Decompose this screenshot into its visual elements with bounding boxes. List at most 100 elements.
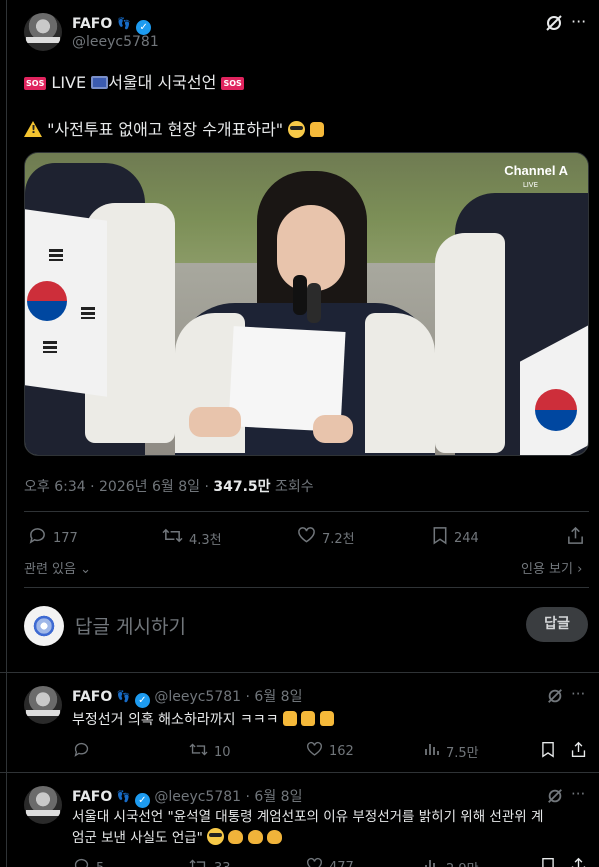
- share-icon: [566, 526, 585, 550]
- flag-trigram-icon: [81, 307, 95, 319]
- like-button[interactable]: 7.2천: [297, 526, 355, 549]
- divider: [0, 772, 599, 773]
- footprints-emoji-icon: 👣: [117, 17, 132, 30]
- bookmark-button[interactable]: 244: [432, 526, 479, 550]
- quote-view-label: 인용 보기: [521, 562, 573, 577]
- divider: [0, 672, 599, 673]
- analytics-icon: [424, 741, 440, 762]
- taeguk-symbol-left: [27, 281, 67, 321]
- views-label: 조회수: [274, 479, 314, 495]
- grok-icon[interactable]: [544, 13, 564, 33]
- reply-text-body: 부정선거 의혹 해소하라까지 ㅋㅋㅋ: [72, 712, 279, 728]
- reply-text-line2: 엄군 보낸 사실도 언급": [72, 830, 203, 846]
- clapping-hands-emoji-icon: [247, 830, 263, 844]
- reply-avatar[interactable]: [24, 786, 62, 824]
- channel-a-logo: Channel A: [504, 163, 568, 178]
- like-button[interactable]: 477: [306, 857, 354, 867]
- sos-emoji-icon: SOS: [24, 77, 47, 90]
- views-count: 7.5만: [446, 746, 479, 761]
- bookmark-button[interactable]: [541, 741, 555, 763]
- reply-text: 부정선거 의혹 해소하라까지 ㅋㅋㅋ: [72, 709, 334, 729]
- reply-input[interactable]: 답글 게시하기: [75, 612, 186, 639]
- heart-icon: [297, 526, 316, 549]
- repost-button[interactable]: 10: [189, 741, 231, 763]
- reply-count: 177: [53, 530, 78, 546]
- more-options-icon[interactable]: ···: [571, 785, 585, 803]
- current-user-avatar[interactable]: [24, 606, 64, 646]
- view-quotes-link[interactable]: 인용 보기 ›: [521, 558, 582, 577]
- reply-handle[interactable]: @leeyc5781: [154, 789, 241, 805]
- share-button[interactable]: [570, 741, 587, 763]
- clapping-hands-emoji-icon: [267, 830, 283, 844]
- reply-button[interactable]: 177: [28, 526, 78, 550]
- verified-badge-icon: ✓: [134, 693, 150, 708]
- reply-text-line2-row: 엄군 보낸 사실도 언급": [72, 828, 592, 849]
- reply-button[interactable]: [73, 741, 90, 763]
- like-button[interactable]: 162: [306, 741, 354, 762]
- reply-handle[interactable]: @leeyc5781: [154, 689, 241, 705]
- chevron-right-icon: ›: [577, 562, 583, 577]
- post-quote-text: "사전투표 없애고 현장 수개표하라": [47, 120, 284, 139]
- sos-emoji-icon-right: SOS: [221, 77, 244, 90]
- bookmark-icon: [432, 526, 448, 550]
- reply-author-name[interactable]: FAFO: [72, 689, 112, 705]
- reply-icon: [28, 526, 47, 550]
- live-text: LIVE: [51, 73, 87, 92]
- bookmark-button[interactable]: [541, 857, 555, 867]
- reply-date[interactable]: 6월 8일: [254, 789, 302, 805]
- thumbs-up-emoji-icon: [283, 711, 298, 726]
- author-avatar[interactable]: [24, 13, 62, 51]
- reply-text-line1: 서울대 시국선언 "윤석열 대통령 계엄선포의 이유 부정선거를 밝히기 위해 …: [72, 809, 544, 825]
- author-name[interactable]: FAFO: [72, 16, 112, 32]
- related-sort-dropdown[interactable]: 관련 있음 ⌄: [24, 558, 91, 577]
- chevron-down-icon: ⌄: [80, 562, 92, 577]
- author-handle[interactable]: @leeyc5781: [72, 34, 159, 50]
- reply-date[interactable]: 6월 8일: [254, 689, 302, 705]
- flag-trigram-icon: [43, 341, 57, 353]
- reply-button[interactable]: 5: [73, 857, 104, 867]
- bookmark-icon: [541, 857, 555, 867]
- flag-trigram-icon: [49, 249, 63, 261]
- reply-submit-button[interactable]: 답글: [526, 607, 588, 642]
- views-button[interactable]: 7.5만: [424, 741, 479, 762]
- reply-author-name[interactable]: FAFO: [72, 789, 112, 805]
- post-time[interactable]: 오후 6:34: [24, 479, 86, 495]
- divider: [24, 511, 589, 512]
- bookmark-icon: [541, 741, 555, 763]
- share-button[interactable]: [570, 857, 587, 867]
- meta-separator: ·: [245, 689, 250, 705]
- repost-icon: [189, 857, 208, 867]
- post-video[interactable]: Channel A LIVE: [24, 152, 589, 456]
- reply-icon: [73, 857, 90, 867]
- more-options-icon[interactable]: ···: [571, 685, 585, 703]
- like-count: 7.2천: [322, 532, 355, 547]
- verified-badge-icon: ✓: [134, 793, 150, 808]
- reply-avatar[interactable]: [24, 686, 62, 724]
- verified-badge-icon: ✓: [136, 20, 152, 35]
- post-text-line2: "사전투표 없애고 현장 수개표하라": [24, 116, 325, 140]
- tv-emoji-icon: [91, 76, 109, 89]
- speaker-right-hand: [313, 415, 353, 443]
- more-options-icon[interactable]: ···: [571, 12, 586, 31]
- meta-separator: ·: [204, 479, 209, 495]
- heart-icon: [306, 857, 323, 867]
- speaker-right-sleeve: [365, 313, 435, 453]
- grok-icon[interactable]: [546, 787, 564, 809]
- post-title-text: 서울대 시국선언: [108, 73, 217, 92]
- speaker-left-hand: [189, 407, 241, 437]
- clapping-hands-emoji-icon: [228, 830, 244, 844]
- sunglasses-emoji-icon: [207, 828, 225, 845]
- sunglasses-emoji-icon: [288, 121, 306, 138]
- views-button[interactable]: 2.9만: [424, 857, 479, 867]
- analytics-icon: [424, 857, 440, 867]
- repost-button[interactable]: 4.3천: [162, 526, 222, 550]
- bookmark-count: 244: [454, 530, 479, 546]
- grok-icon[interactable]: [546, 687, 564, 709]
- repost-button[interactable]: 33: [189, 857, 231, 867]
- share-button[interactable]: [566, 526, 585, 550]
- author-name-row[interactable]: FAFO 👣 ✓: [72, 13, 152, 35]
- repost-count: 4.3천: [189, 532, 222, 548]
- reply-header: FAFO 👣 ✓ @leeyc5781 · 6월 8일: [72, 686, 302, 708]
- post-date[interactable]: 2026년 6월 8일: [99, 479, 200, 495]
- repost-icon: [162, 526, 183, 550]
